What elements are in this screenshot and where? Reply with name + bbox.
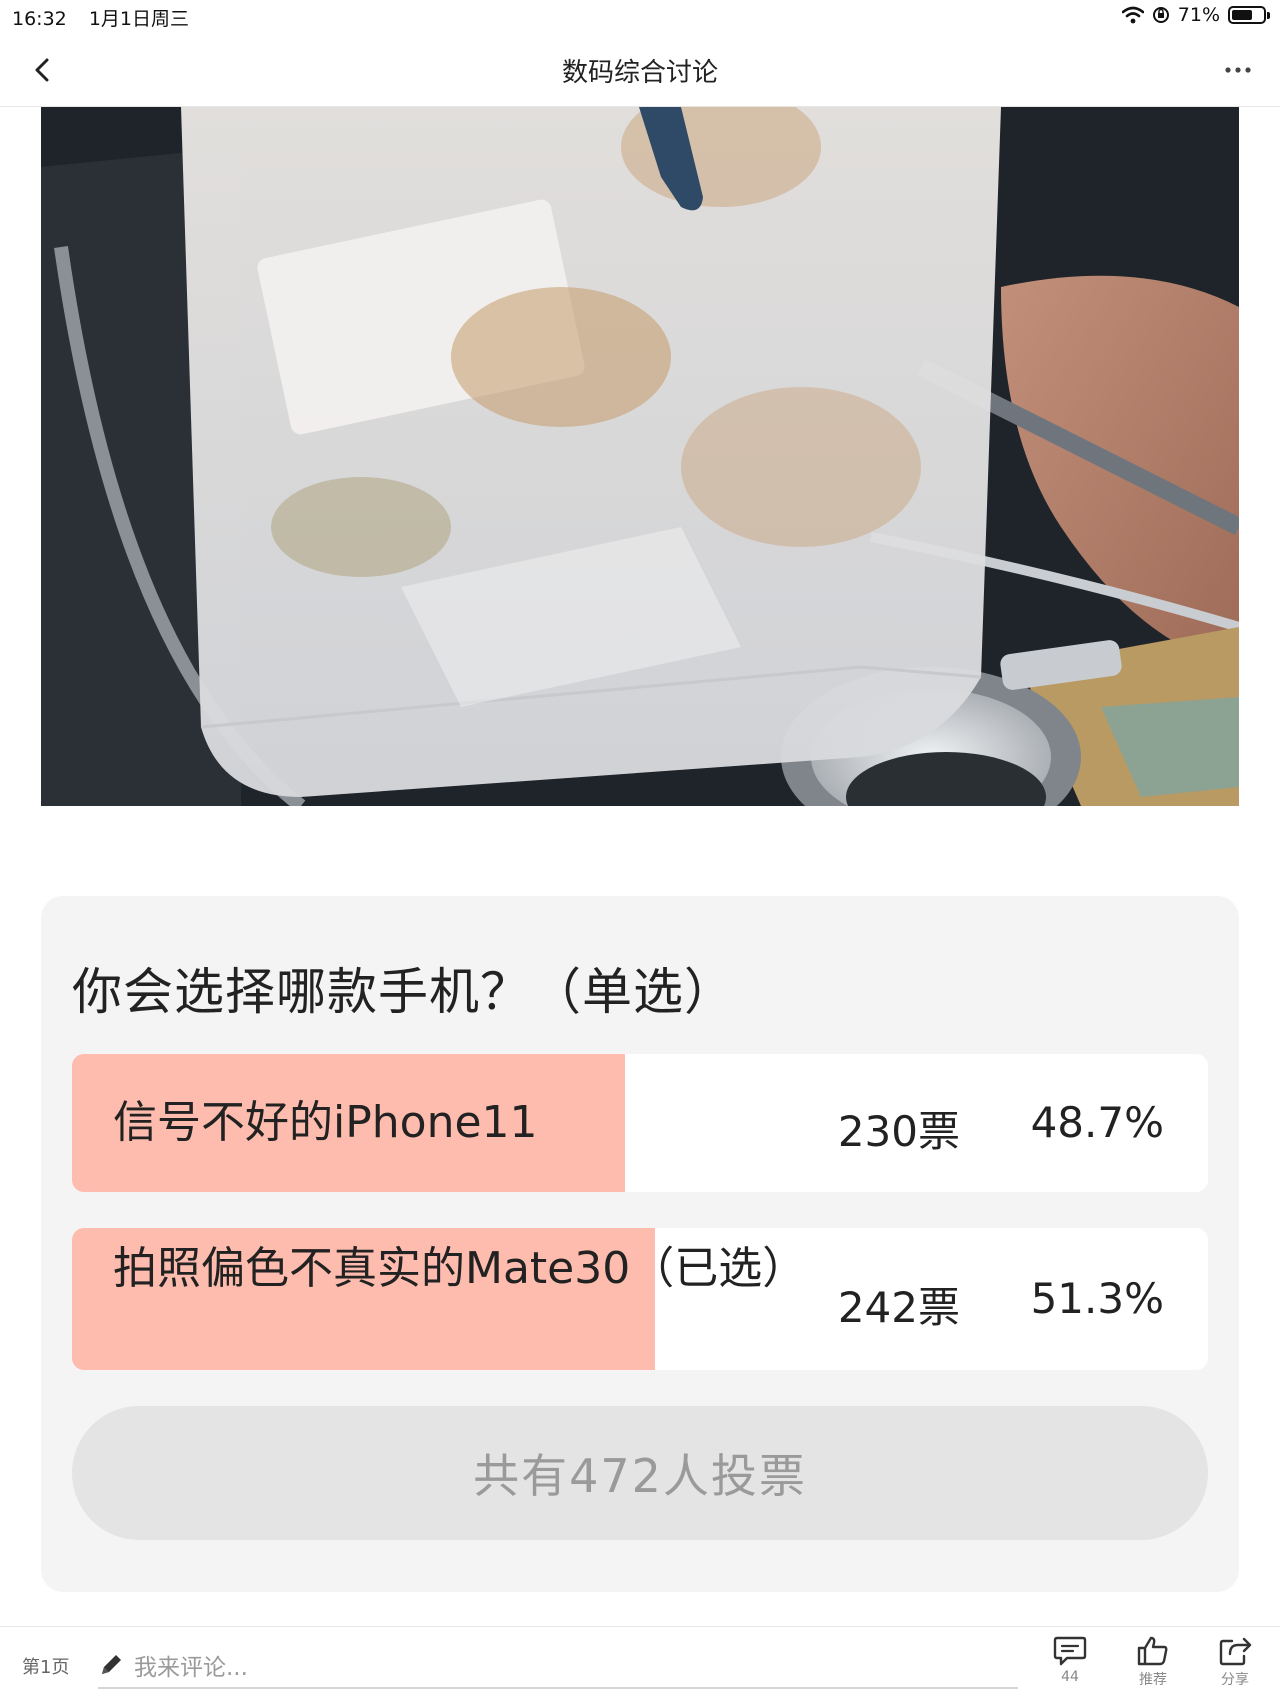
more-button[interactable] <box>1216 50 1260 90</box>
pencil-icon <box>102 1655 121 1674</box>
comments-button[interactable]: 44 <box>1040 1635 1100 1685</box>
wifi-icon <box>1121 6 1144 24</box>
share-button[interactable]: 分享 <box>1205 1635 1265 1689</box>
nav-bar: 数码综合讨论 <box>0 34 1280 107</box>
poll-option-label: 拍照偏色不真实的Mate30（已选） <box>113 1243 807 1294</box>
thumbs-up-icon <box>1137 1636 1168 1666</box>
share-label: 分享 <box>1221 1672 1249 1688</box>
comment-placeholder: 我来评论... <box>134 1655 248 1681</box>
poll-option-percent: 51.3% <box>1030 1274 1164 1323</box>
poll-question: 你会选择哪款手机？（单选） <box>72 963 735 1021</box>
orientation-lock-icon <box>1152 7 1169 23</box>
comment-bubble-icon <box>1053 1636 1087 1666</box>
share-icon <box>1219 1637 1252 1666</box>
poll-total-votes: 共有472人投票 <box>72 1406 1208 1540</box>
battery-level <box>1232 10 1253 20</box>
status-bar: 16:32 1月1日周三 71% <box>0 0 1280 34</box>
battery-percent: 71% <box>1177 4 1220 26</box>
recommend-label: 推荐 <box>1139 1672 1167 1688</box>
page-indicator[interactable]: 第1页 <box>22 1653 69 1679</box>
poll-option-votes: 230票 <box>837 1107 960 1156</box>
poll-card: 你会选择哪款手机？（单选） 信号不好的iPhone11 230票 48.7% 拍… <box>41 896 1239 1592</box>
poll-option-iphone11[interactable]: 信号不好的iPhone11 230票 48.7% <box>72 1054 1208 1192</box>
page-title: 数码综合讨论 <box>561 58 718 88</box>
battery-icon <box>1228 6 1270 24</box>
bottom-bar: 第1页 我来评论... 44 推荐 分享 <box>0 1626 1280 1708</box>
poll-option-votes: 242票 <box>837 1283 960 1332</box>
comment-input[interactable]: 我来评论... <box>98 1643 1018 1689</box>
more-dots-icon <box>1225 67 1251 73</box>
poll-option-label: 信号不好的iPhone11 <box>113 1097 538 1148</box>
comments-count: 44 <box>1061 1669 1079 1685</box>
post-photo-illustration <box>41 107 1239 806</box>
post-photo[interactable] <box>41 107 1239 806</box>
poll-option-percent: 48.7% <box>1030 1098 1164 1147</box>
status-time: 16:32 <box>12 8 67 30</box>
status-date: 1月1日周三 <box>88 8 189 30</box>
recommend-button[interactable]: 推荐 <box>1123 1635 1183 1689</box>
poll-option-mate30[interactable]: 拍照偏色不真实的Mate30（已选） 242票 51.3% <box>72 1228 1208 1370</box>
